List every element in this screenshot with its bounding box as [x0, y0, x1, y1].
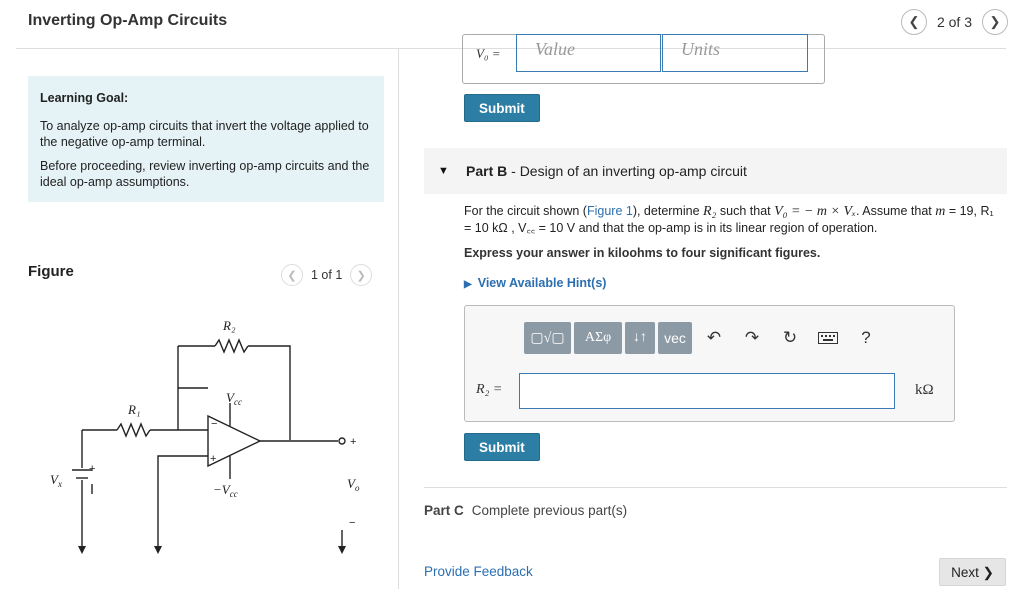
- part-c-status: Complete previous part(s): [471, 503, 628, 518]
- figure-prev-button[interactable]: ❮: [281, 264, 303, 286]
- math-equation: V₀ = − m × Vₓ: [774, 204, 857, 219]
- r2-answer-label: R₂ =: [476, 382, 503, 397]
- resistor-r2: [214, 338, 249, 354]
- redo-icon[interactable]: ↷: [733, 322, 771, 354]
- provide-feedback-link[interactable]: Provide Feedback: [424, 564, 533, 579]
- figure-next-button[interactable]: ❯: [350, 264, 373, 286]
- math-toolbar: ▢√▢ ΑΣφ ↓↑ vec ↶ ↷ ↻ ?: [524, 322, 885, 354]
- figure-label: Figure: [28, 263, 74, 280]
- output-minus: −: [349, 517, 355, 529]
- learning-goal-panel: Learning Goal: To analyze op-amp circuit…: [28, 76, 384, 202]
- reset-icon[interactable]: ↻: [771, 322, 809, 354]
- label-vx-sub: x: [57, 479, 62, 489]
- source-plus: +: [89, 463, 95, 475]
- greek-button[interactable]: ΑΣφ: [574, 322, 622, 354]
- part-a-label: V₀ =: [476, 46, 501, 61]
- label-r2: R₂: [222, 318, 236, 333]
- output-plus: +: [350, 436, 356, 448]
- math-m: m: [935, 204, 946, 219]
- svg-text:−Vcc: −Vcc: [213, 482, 238, 499]
- svg-text:Vcc: Vcc: [226, 390, 242, 407]
- caret-right-icon: ▶: [464, 279, 472, 290]
- part-c-label: Part C: [424, 503, 464, 518]
- prev-item-button[interactable]: ❮: [900, 9, 927, 35]
- svg-text:Vx: Vx: [50, 472, 62, 489]
- figure-pager: ❮ 1 of 1 ❯: [281, 264, 373, 286]
- chevron-left-icon: ❮: [908, 14, 920, 29]
- next-item-button[interactable]: ❯: [982, 9, 1008, 35]
- learning-goal-review: Before proceeding, review inverting op-a…: [40, 159, 370, 189]
- opamp-minus: −: [211, 418, 217, 430]
- item-counter: 2 of 3: [936, 14, 972, 30]
- part-c-row: Part C Complete previous part(s): [424, 503, 627, 518]
- chevron-left-icon: ❮: [287, 269, 297, 282]
- r2-answer-input[interactable]: [519, 373, 895, 409]
- label-vcc-sub: cc: [234, 397, 242, 407]
- svg-text:Vo: Vo: [347, 476, 360, 493]
- caret-down-icon: ▼: [438, 165, 449, 177]
- undo-icon[interactable]: ↶: [695, 322, 733, 354]
- part-b-title: Design of an inverting op-amp circuit: [519, 163, 747, 179]
- label-r1: R₁: [127, 402, 140, 417]
- help-button[interactable]: ?: [847, 322, 885, 354]
- item-pager: ❮ 2 of 3 ❯: [900, 9, 1008, 35]
- next-button[interactable]: Next ❯: [939, 558, 1006, 586]
- opamp-plus: +: [210, 453, 216, 465]
- label-neg-vcc-sub: cc: [230, 489, 238, 499]
- question-text: ), determine: [632, 204, 703, 218]
- keyboard-icon[interactable]: [809, 322, 847, 354]
- templates-button[interactable]: ▢√▢: [524, 322, 571, 354]
- unit-label: kΩ: [915, 382, 934, 398]
- hints-label: View Available Hint(s): [477, 276, 607, 290]
- question-text: such that: [716, 204, 775, 218]
- learning-goal-heading: Learning Goal:: [40, 91, 129, 105]
- figure-link[interactable]: Figure 1: [587, 204, 633, 218]
- question-text: For the circuit shown (: [464, 204, 587, 218]
- label-vo-sub: o: [355, 483, 360, 493]
- math-r2: R₂: [703, 204, 717, 219]
- part-b-header[interactable]: ▼ Part B - Design of an inverting op-amp…: [424, 148, 1007, 194]
- circuit-diagram: R₂ R₁ Vcc −Vcc Vx Vo − + + + −: [50, 318, 360, 554]
- column-divider: [398, 49, 399, 589]
- view-hints-link[interactable]: ▶ View Available Hint(s): [464, 276, 606, 290]
- part-a-submit-button[interactable]: Submit: [464, 94, 540, 122]
- chevron-right-icon: ❯: [989, 14, 1001, 29]
- page-title: Inverting Op-Amp Circuits: [28, 12, 228, 29]
- resistor-r1: [116, 422, 151, 438]
- answer-instructions: Express your answer in kiloohms to four …: [464, 246, 821, 260]
- figure-counter: 1 of 1: [311, 268, 343, 282]
- vec-button[interactable]: vec: [658, 322, 692, 354]
- part-a-units-input[interactable]: Units: [662, 34, 808, 72]
- part-a-value-input[interactable]: Value: [516, 34, 661, 72]
- part-b-submit-button[interactable]: Submit: [464, 433, 540, 461]
- learning-goal-text: To analyze op-amp circuits that invert t…: [40, 119, 369, 149]
- part-b-label: Part B: [466, 163, 508, 179]
- part-b-question: For the circuit shown (Figure 1), determ…: [464, 203, 1004, 236]
- subscript-button[interactable]: ↓↑: [625, 322, 655, 354]
- chevron-right-icon: ❯: [356, 269, 366, 282]
- part-c-divider: [424, 487, 1007, 488]
- question-text: . Assume that: [856, 204, 936, 218]
